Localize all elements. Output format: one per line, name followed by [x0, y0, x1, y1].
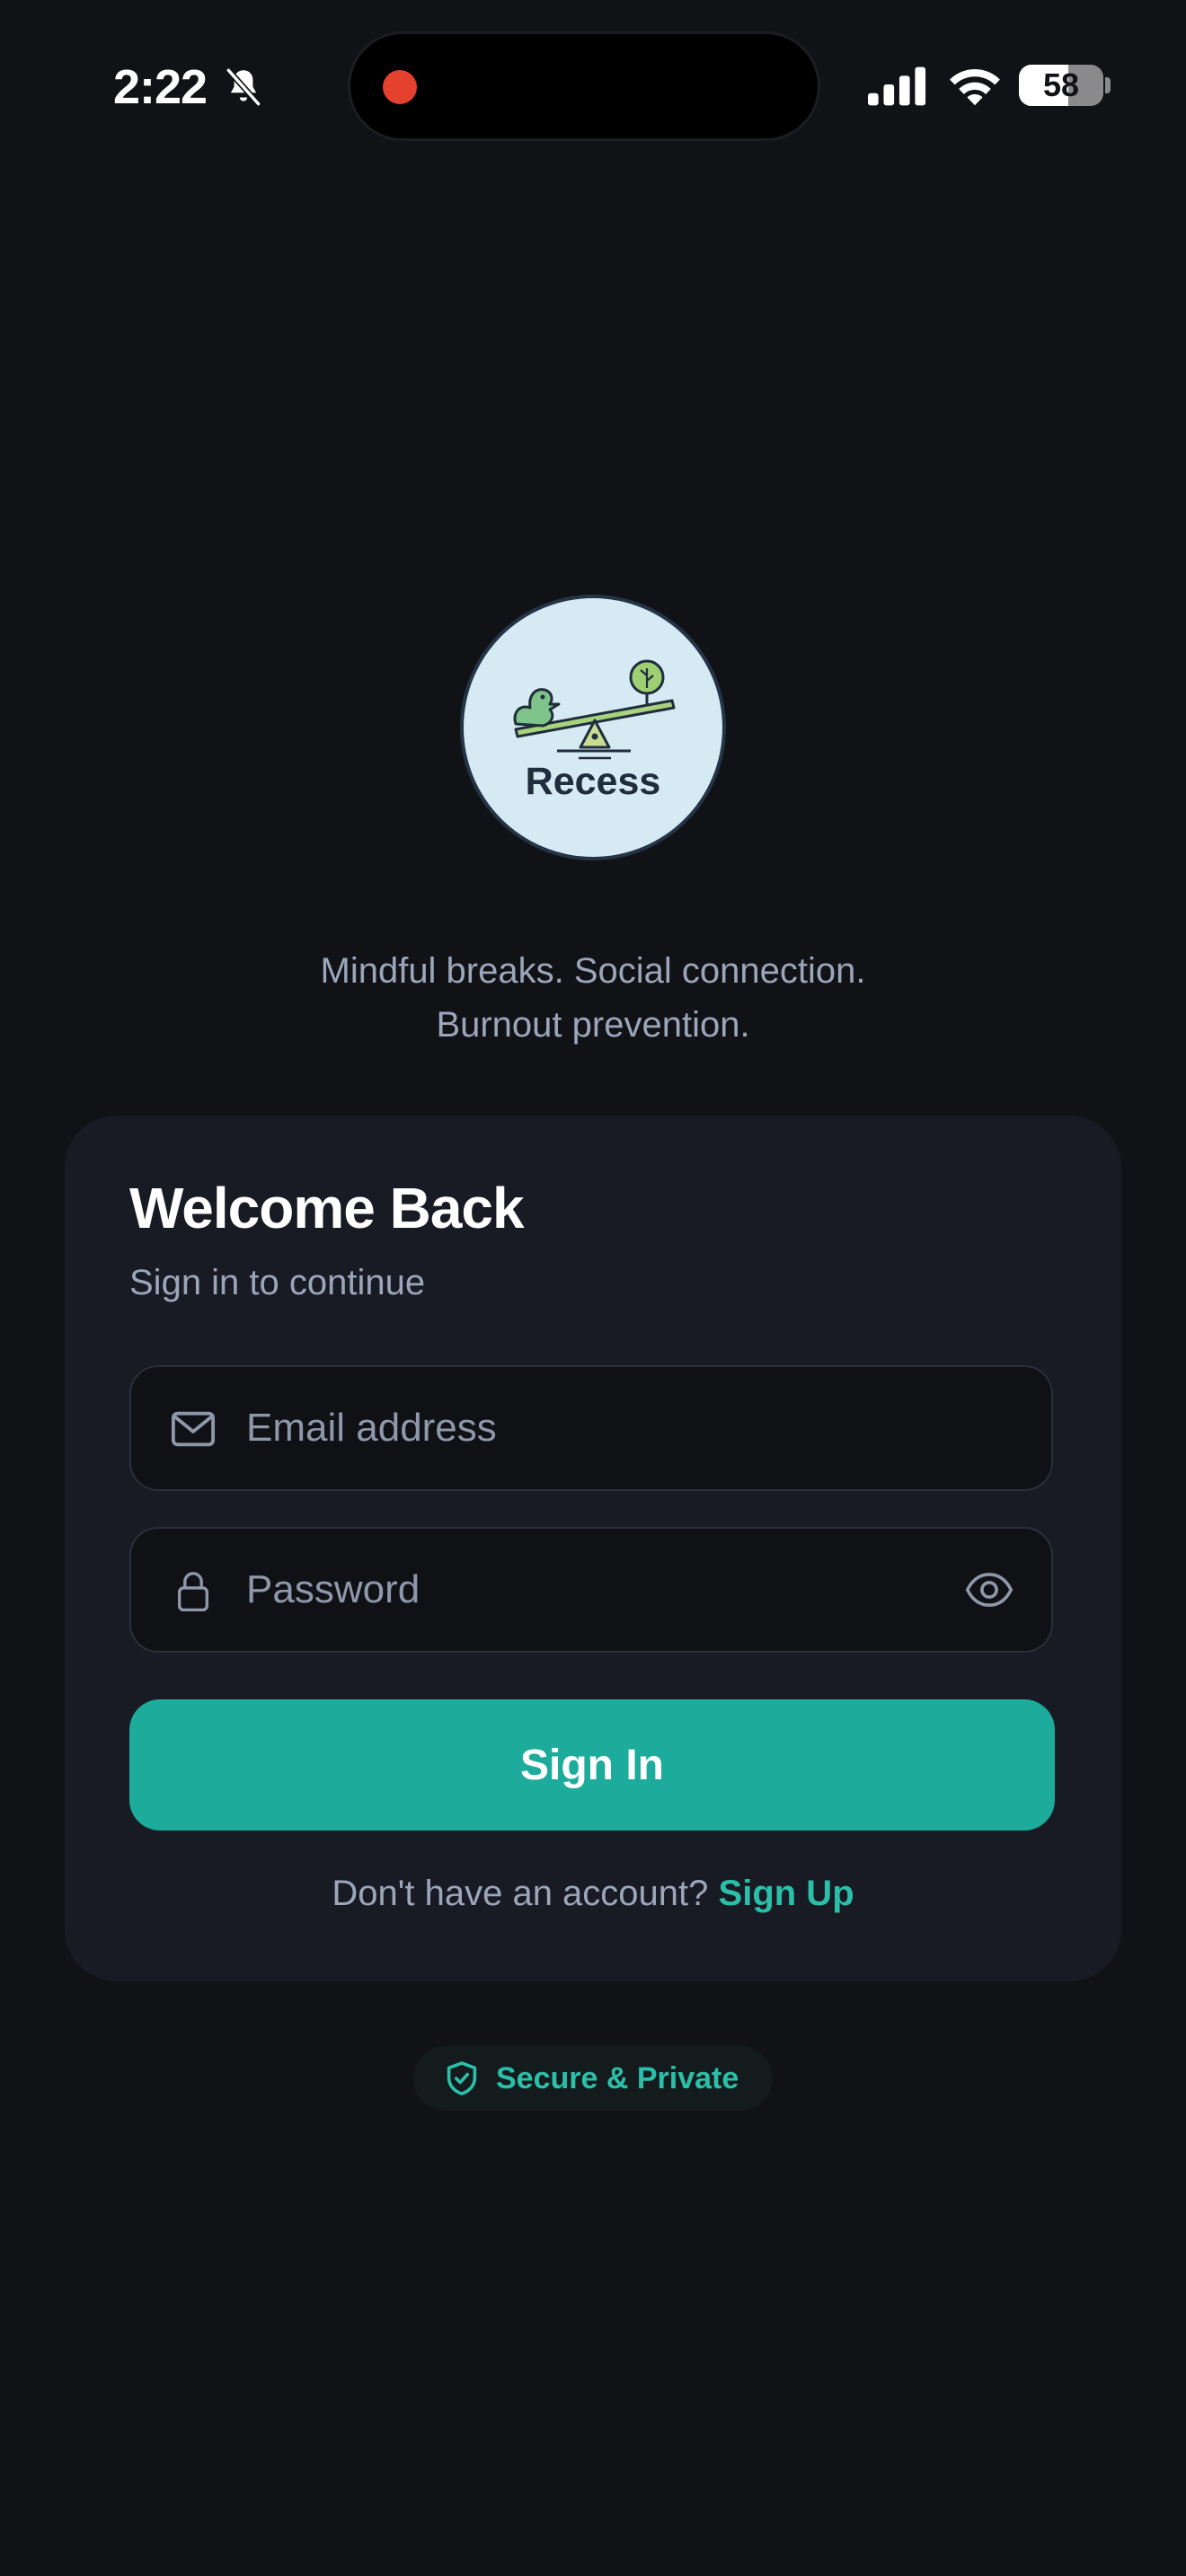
battery-icon: 58 [1019, 65, 1103, 106]
secure-badge-text: Secure & Private [496, 2061, 739, 2095]
signal-icon [868, 66, 926, 106]
battery-cap [1105, 77, 1111, 93]
page-title: Welcome Back [129, 1176, 525, 1240]
signup-prompt: Don't have an account? [332, 1874, 709, 1913]
recording-indicator-icon [383, 70, 417, 104]
secure-badge: Secure & Private [413, 2046, 773, 2111]
eye-icon[interactable] [965, 1570, 1013, 1610]
status-time: 2:22 [113, 60, 208, 114]
logo-text: Recess [525, 760, 661, 803]
sign-in-button[interactable]: Sign In [129, 1699, 1055, 1831]
email-input[interactable] [246, 1367, 983, 1489]
shield-check-icon [447, 2061, 477, 2095]
mail-icon [171, 1411, 216, 1447]
email-field[interactable] [129, 1365, 1053, 1491]
page-subtitle: Sign in to continue [129, 1263, 426, 1302]
login-card: Welcome Back Sign in to continue Sign In… [65, 1116, 1121, 1981]
seesaw-duck-tree-icon [513, 659, 676, 760]
password-field[interactable] [129, 1527, 1053, 1653]
sign-up-link[interactable]: Sign Up [719, 1874, 854, 1913]
wifi-icon [950, 69, 1000, 106]
bell-off-icon [226, 66, 261, 108]
app-logo: Recess [464, 598, 722, 857]
dynamic-island [350, 34, 818, 138]
password-input[interactable] [246, 1529, 983, 1651]
signup-prompt-line: Don't have an account? Sign Up [65, 1874, 1121, 1914]
tagline-line-2: Burnout prevention. [436, 1005, 750, 1045]
battery-level: 58 [1042, 66, 1080, 103]
tagline-line-1: Mindful breaks. Social connection. [320, 951, 866, 991]
lock-icon [177, 1572, 209, 1611]
